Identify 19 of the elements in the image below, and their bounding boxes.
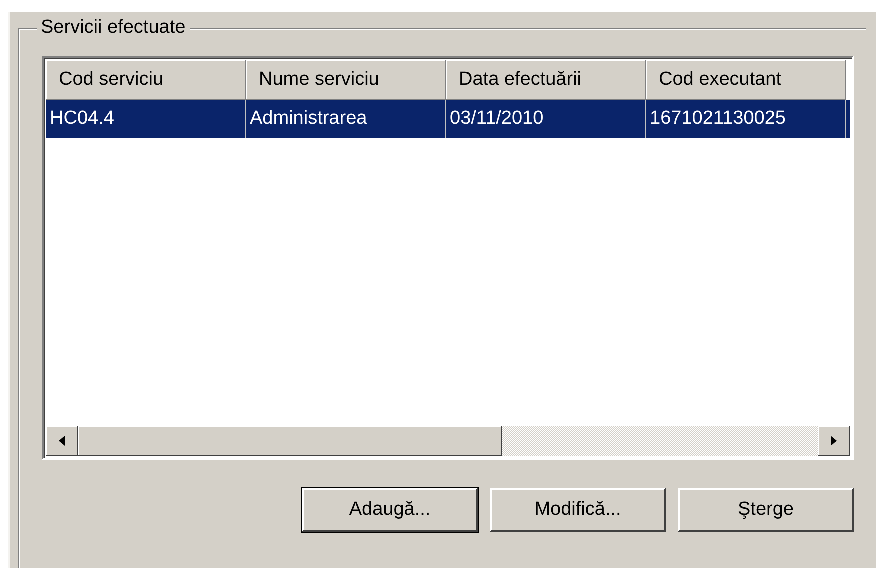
column-header[interactable]: Cod serviciu (46, 60, 246, 100)
right-arrow-icon (831, 436, 837, 446)
scroll-left-button[interactable] (46, 426, 78, 456)
horizontal-scrollbar[interactable] (46, 426, 850, 456)
left-arrow-icon (59, 436, 65, 446)
dialog-button[interactable]: Adaugă... (302, 488, 478, 532)
table-cell: 1671021130025 (646, 100, 846, 138)
column-header[interactable]: Cod executant (646, 60, 846, 100)
scroll-thumb[interactable] (78, 426, 502, 456)
table-cell: HC04.4 (46, 100, 246, 138)
list-view[interactable]: Cod serviciu Nume serviciu Data efectuării Cod executant HC04.4 Administrarea 03/11/2010 1671021130025 (42, 56, 854, 460)
column-header[interactable]: Data efectuării (446, 60, 646, 100)
column-header[interactable]: Nume serviciu (246, 60, 446, 100)
dialog-button[interactable]: Şterge (678, 488, 854, 532)
table-cell: Administrarea (246, 100, 446, 138)
table-row[interactable]: HC04.4 Administrarea 03/11/2010 1671021130025 (46, 100, 850, 138)
table-cell: 03/11/2010 (446, 100, 646, 138)
scroll-right-button[interactable] (818, 426, 850, 456)
dialog-button[interactable]: Modifică... (490, 488, 666, 532)
